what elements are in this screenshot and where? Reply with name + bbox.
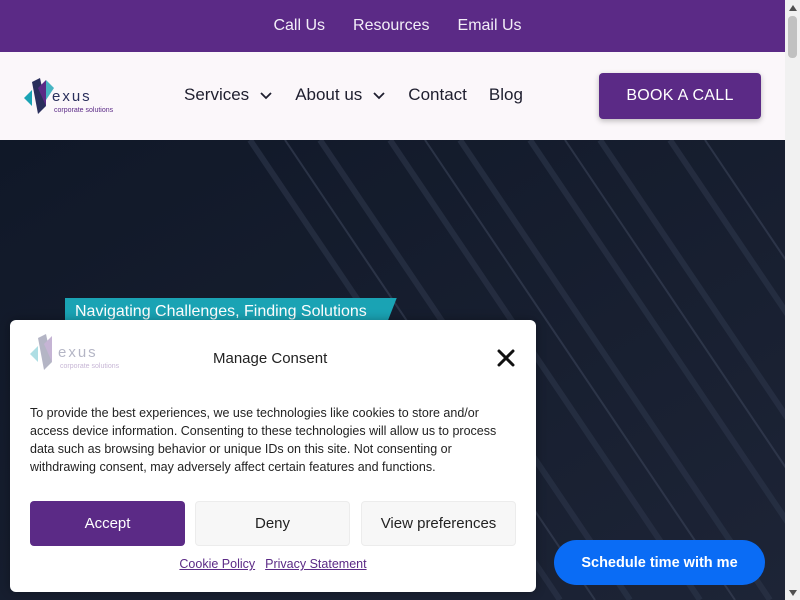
call-us-link[interactable]: Call Us [273,17,325,35]
scroll-thumb[interactable] [788,16,797,58]
nav-label: Contact [408,85,467,104]
site-header: exus corporate solutions Services About … [0,52,785,140]
nav-item-about[interactable]: About us [295,85,386,105]
nav-label: Blog [488,85,523,104]
consent-description: To provide the best experiences, we use … [30,406,497,474]
consent-logo: exus corporate solutions [30,334,160,374]
consent-links: Cookie Policy Privacy Statement [10,557,536,571]
email-us-link[interactable]: Email Us [458,17,522,35]
privacy-statement-link[interactable]: Privacy Statement [265,557,366,571]
deny-button[interactable]: Deny [195,501,350,546]
schedule-time-button[interactable]: Schedule time with me [554,540,765,585]
logo-wordmark: exus [52,88,92,105]
scroll-down-arrow-icon[interactable] [785,585,800,600]
close-icon[interactable] [496,348,516,368]
book-a-call-button[interactable]: BOOK A CALL [599,73,761,119]
page-scrollbar[interactable] [785,0,800,600]
top-utility-bar: Call Us Resources Email Us [0,0,785,52]
chevron-down-icon [260,92,272,100]
logo-wordmark: exus [58,344,98,361]
logo-tagline: corporate solutions [54,107,114,114]
nav-label: Services [184,85,250,104]
chevron-down-icon [373,92,385,100]
site-logo[interactable]: exus corporate solutions [24,78,144,118]
nav-item-blog[interactable]: Blog [489,85,523,105]
scroll-up-arrow-icon[interactable] [785,0,800,15]
nav-item-services[interactable]: Services [184,85,273,105]
nav-label: About us [295,85,363,104]
view-preferences-button[interactable]: View preferences [361,501,516,546]
consent-title: Manage Consent [213,350,328,367]
consent-dialog: exus corporate solutions Manage Consent … [10,320,536,592]
cookie-policy-link[interactable]: Cookie Policy [179,557,255,571]
main-nav: Services About us Contact Blog [184,85,545,105]
accept-button[interactable]: Accept [30,501,185,546]
resources-link[interactable]: Resources [353,17,429,35]
nav-item-contact[interactable]: Contact [408,85,467,105]
logo-tagline: corporate solutions [60,363,120,370]
